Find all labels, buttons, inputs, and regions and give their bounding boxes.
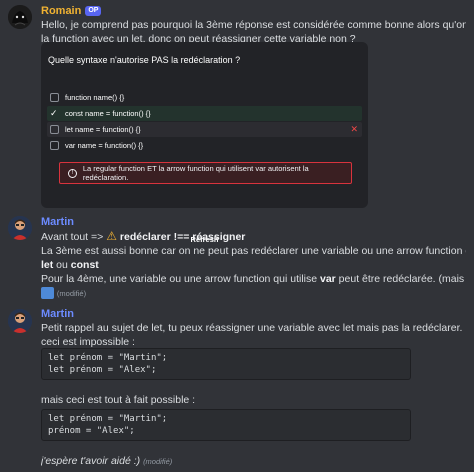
edited-label: (modifié) — [143, 457, 173, 466]
quiz-option[interactable]: function name() {} — [47, 90, 362, 105]
option-label: const name = function() {} — [65, 109, 151, 118]
quiz-option-correct[interactable]: ✓ const name = function() {} — [47, 106, 362, 121]
author-name[interactable]: Romain — [41, 5, 81, 17]
quiz-alert: ! La regular function ET la arrow functi… — [59, 162, 352, 184]
message-text: Avant tout => — [41, 231, 104, 243]
avatar-romain-image — [8, 5, 32, 29]
message-text: Pour la 4ème, une variable ou une arrow … — [41, 273, 320, 285]
quiz-option[interactable]: var name = function() {} — [47, 138, 362, 153]
avatar-martin-image — [8, 309, 32, 333]
message-bold: let — [41, 259, 54, 271]
message-text: peut être redéclarée. (mais var === — [338, 273, 466, 285]
message-text: j'espère t'avoir aidé :) — [41, 455, 141, 467]
op-badge: OP — [85, 5, 102, 16]
avatar-romain[interactable] — [8, 5, 32, 29]
message-line: ceci est impossible : — [41, 336, 135, 348]
checkbox-icon — [50, 141, 59, 150]
option-label: let name = function() {} — [65, 125, 141, 134]
code-block-impossible: let prénom = "Martin"; let prénom = "Ale… — [41, 348, 411, 380]
message-line: Petit rappel au sujet de let, tu peux ré… — [41, 322, 463, 334]
avatar-martin[interactable] — [8, 216, 32, 240]
message-line: La 3ème est aussi bonne car on ne peut p… — [41, 245, 466, 257]
message-text: ou — [53, 259, 71, 271]
wrong-x-icon: ✕ — [350, 124, 358, 134]
message-line: Hello, je comprend pas pourquoi la 3ème … — [41, 19, 466, 31]
warning-icon: ⚠ — [106, 229, 117, 243]
code-block-possible: let prénom = "Martin"; prénom = "Alex"; — [41, 409, 411, 441]
quiz-question: Quelle syntaxe n'autorise PAS la redécla… — [48, 55, 241, 65]
quiz-option-wrong[interactable]: let name = function() {} ✕ — [47, 122, 362, 137]
option-label: var name = function() {} — [65, 141, 144, 150]
avatar-martin-image — [8, 216, 32, 240]
edited-label: (modifié) — [56, 289, 87, 298]
author-name[interactable]: Martin — [41, 308, 74, 320]
option-label: function name() {} — [65, 93, 125, 102]
message-bold: redéclarer !== réassigner — [119, 231, 246, 243]
author-name[interactable]: Martin — [41, 216, 74, 228]
alert-text: La regular function ET la arrow function… — [82, 164, 309, 182]
message-bold: var — [320, 273, 336, 285]
emoji-icon[interactable] — [41, 287, 54, 300]
avatar-martin[interactable] — [8, 309, 32, 333]
checkbox-icon — [50, 93, 59, 102]
info-icon: ! — [68, 168, 77, 178]
message-line: mais ceci est tout à fait possible : — [41, 394, 196, 406]
message-bold: const — [70, 259, 99, 271]
checkmark-icon: ✓ — [50, 108, 58, 118]
checkbox-icon — [50, 125, 59, 134]
